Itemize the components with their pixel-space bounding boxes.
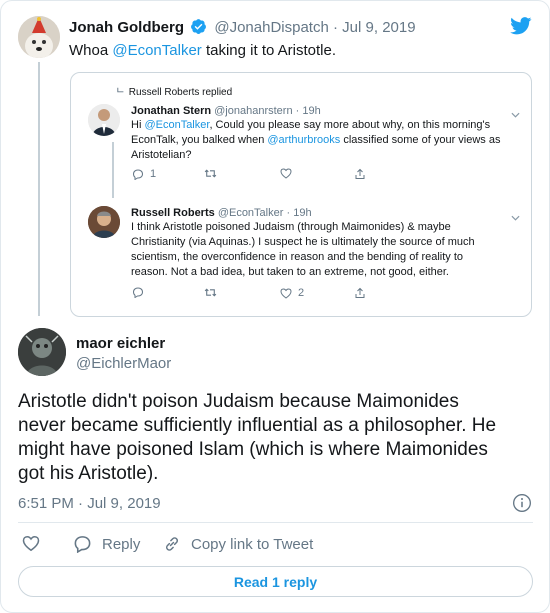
first-reply-header: Jonathan Stern @jonahanrstern · 19h — [131, 104, 321, 119]
tweet-text-segment: Whoa — [69, 42, 113, 59]
first-reply-text: Hi @EconTalker, Could you please say mor… — [131, 118, 521, 163]
heart-icon — [280, 287, 292, 299]
retweet-icon — [204, 169, 217, 178]
share-icon — [355, 168, 365, 179]
share-action — [354, 287, 366, 299]
main-author-name[interactable]: maor eichler — [76, 335, 165, 352]
tweet-text-segment: taking it to Aristotle. — [201, 42, 337, 59]
maor-avatar[interactable] — [18, 328, 66, 376]
copy-link-label[interactable]: Copy link to Tweet — [191, 536, 313, 553]
reply-arrow-icon — [117, 85, 126, 100]
verified-badge-icon — [190, 18, 207, 39]
tweet-text-line: might have poisoned Islam (which is wher… — [18, 439, 488, 460]
tweet-date[interactable]: Jul 9, 2019 — [342, 19, 415, 36]
tweet-text-line: got his Aristotle). — [18, 463, 159, 484]
tweet-time[interactable]: 6:51 PM — [18, 495, 74, 512]
reply-action — [132, 287, 144, 298]
read-replies-button[interactable]: Read 1 reply — [18, 566, 533, 597]
like-button[interactable] — [22, 535, 40, 552]
share-icon — [355, 287, 365, 298]
read-replies-label[interactable]: Read 1 reply — [234, 574, 317, 590]
reply-time: 19h — [293, 207, 312, 219]
tweet-date[interactable]: Jul 9, 2019 — [87, 495, 160, 512]
meta-separator: · — [78, 495, 84, 512]
reply-time: 19h — [302, 105, 321, 117]
reply-author-name: Russell Roberts — [131, 207, 215, 219]
tweet-text-line: Aristotle didn't poison Judaism because … — [18, 391, 459, 412]
heart-icon — [280, 168, 292, 179]
jonathan-stern-avatar[interactable] — [88, 104, 120, 136]
replied-note: Russell Roberts replied — [117, 85, 232, 100]
retweet-icon — [204, 288, 217, 297]
like-action: 2 — [280, 287, 304, 299]
replied-note-text: Russell Roberts replied — [128, 87, 233, 98]
reply-icon — [132, 168, 144, 180]
twitter-bird-icon[interactable] — [510, 17, 532, 40]
divider — [18, 522, 533, 523]
mention-link[interactable]: @EconTalker — [112, 42, 201, 59]
tweet-text-line: never became sufficiently influential as… — [18, 415, 497, 436]
reply-text-line: I think Aristotle poisoned Judaism (thro… — [131, 221, 451, 233]
copy-link-button[interactable]: Copy link to Tweet — [163, 535, 313, 553]
parent-tweet-text: Whoa @EconTalker taking it to Aristotle. — [69, 42, 336, 59]
main-author-handle[interactable]: @EichlerMaor — [76, 355, 171, 372]
reply-text-line: scientism, the overconfidence in reason … — [131, 251, 464, 263]
reply-author-handle: @EconTalker — [217, 207, 284, 219]
author-name[interactable]: Jonah Goldberg — [69, 19, 184, 36]
reply-text-line: Hi @EconTalker, Could you please say mor… — [131, 119, 491, 131]
reply-button[interactable]: Reply — [73, 535, 140, 553]
header-separator: · — [295, 105, 300, 117]
quoted-thread-line — [112, 142, 114, 198]
author-handle[interactable]: @JonahDispatch — [214, 19, 328, 36]
reply-action: 1 — [132, 168, 156, 180]
reply-icon — [74, 536, 91, 553]
reply-text-line: reason. Not a bad idea, but taken to an … — [131, 266, 449, 278]
main-tweet-text: Aristotle didn't poison Judaism because … — [18, 390, 533, 486]
like-action — [280, 168, 292, 179]
author-handle[interactable]: @EichlerMaor — [76, 355, 171, 372]
mention-link: @arthurbrooks — [267, 134, 341, 146]
reply-text-line: Aristotelian? — [131, 149, 192, 161]
like-count: 2 — [298, 287, 305, 299]
reply-author-name: Jonathan Stern — [131, 105, 212, 117]
reply-label[interactable]: Reply — [102, 536, 140, 553]
link-icon — [165, 537, 179, 551]
second-reply-text: I think Aristotle poisoned Judaism (thro… — [131, 220, 521, 280]
reply-text-line: EconTalk, you balked when @arthurbrooks … — [131, 134, 501, 146]
mention-link: @EconTalker — [144, 119, 210, 131]
tweet-embed-card: Jonah Goldberg @JonahDispatch · Jul 9, 2… — [0, 0, 550, 613]
thread-connector-line — [38, 62, 40, 316]
reply-author-handle: @jonahanrstern — [214, 105, 293, 117]
reply-count: 1 — [150, 168, 157, 180]
retweet-action — [204, 168, 217, 179]
heart-icon — [22, 535, 40, 552]
header-separator: · — [333, 19, 338, 36]
header-separator: · — [286, 207, 291, 219]
tweet-timestamp[interactable]: 6:51 PM · Jul 9, 2019 — [18, 495, 161, 512]
second-reply-header: Russell Roberts @EconTalker · 19h — [131, 206, 312, 221]
reply-icon — [132, 287, 144, 298]
info-icon[interactable] — [512, 493, 532, 518]
share-action — [354, 168, 366, 180]
jonah-avatar[interactable] — [18, 16, 60, 58]
russell-roberts-avatar[interactable] — [88, 206, 120, 238]
author-name[interactable]: maor eichler — [76, 335, 165, 352]
reply-text-line: Christianity (via Aquinas.) I suspect he… — [131, 236, 475, 248]
retweet-action — [204, 287, 217, 298]
parent-tweet-header: Jonah Goldberg @JonahDispatch · Jul 9, 2… — [69, 18, 416, 39]
